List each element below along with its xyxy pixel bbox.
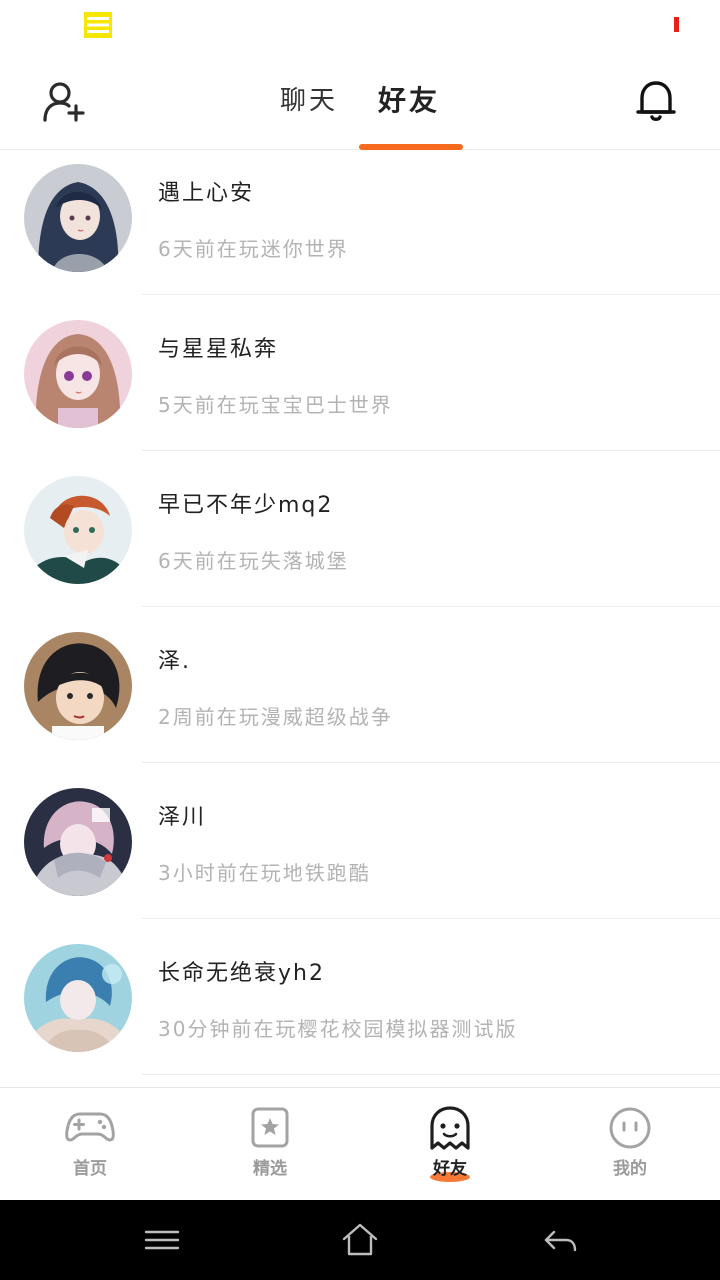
friend-list-item[interactable]: 遇上心安 6天前在玩迷你世界 [0, 151, 720, 307]
top-nav: 聊天 好友 [0, 52, 720, 150]
system-nav-bar [0, 1200, 720, 1280]
bottom-tab-label: 首页 [73, 1159, 107, 1179]
star-badge-icon [251, 1107, 289, 1148]
friend-status: 30分钟前在玩樱花校园模拟器测试版 [158, 1017, 518, 1041]
tab-chat[interactable]: 聊天 [280, 80, 338, 117]
divider [142, 294, 720, 295]
friend-name: 泽川 [158, 805, 207, 830]
bottom-tab-label: 好友 [433, 1159, 467, 1179]
bottom-tab-friends[interactable]: 好友 [360, 1088, 540, 1201]
face-icon [609, 1107, 651, 1149]
avatar [24, 476, 132, 584]
battery-icon [674, 17, 679, 32]
friend-list-item[interactable]: 泽. 2周前在玩漫威超级战争 [0, 619, 720, 775]
bottom-tab-featured[interactable]: 精选 [180, 1088, 360, 1201]
friend-list: 遇上心安 6天前在玩迷你世界 与星星私奔 5天前在玩宝宝巴士世界 早已不年少mq… [0, 151, 720, 1087]
add-friend-icon[interactable] [40, 80, 88, 124]
friend-list-item[interactable]: 与星星私奔 5天前在玩宝宝巴士世界 [0, 307, 720, 463]
bottom-tab-label: 我的 [613, 1159, 647, 1179]
bottom-tab-bar: 首页 精选 好友 我的 [0, 1087, 720, 1200]
menu-icon[interactable] [142, 1222, 182, 1258]
divider [142, 606, 720, 607]
friend-list-item[interactable]: 早已不年少mq2 6天前在玩失落城堡 [0, 463, 720, 619]
bottom-tab-profile[interactable]: 我的 [540, 1088, 720, 1201]
friend-list-item[interactable]: 泽川 3小时前在玩地铁跑酷 [0, 775, 720, 931]
friend-list-item[interactable]: 长命无绝衰yh2 30分钟前在玩樱花校园模拟器测试版 [0, 931, 720, 1087]
divider [142, 762, 720, 763]
avatar [24, 944, 132, 1052]
divider [142, 1074, 720, 1075]
bell-icon[interactable] [632, 76, 680, 124]
friend-name: 泽. [158, 649, 191, 674]
bottom-tab-label: 精选 [253, 1159, 287, 1179]
friend-status: 3小时前在玩地铁跑酷 [158, 861, 371, 885]
friend-name: 长命无绝衰yh2 [158, 961, 325, 986]
bottom-tab-home[interactable]: 首页 [0, 1088, 180, 1201]
friend-status: 6天前在玩失落城堡 [158, 549, 349, 573]
friend-name: 与星星私奔 [158, 337, 279, 362]
home-icon[interactable] [340, 1222, 380, 1258]
friend-status: 5天前在玩宝宝巴士世界 [158, 393, 393, 417]
friend-status: 2周前在玩漫威超级战争 [158, 705, 393, 729]
avatar [24, 320, 132, 428]
avatar [24, 632, 132, 740]
friend-status: 6天前在玩迷你世界 [158, 237, 349, 261]
divider [142, 450, 720, 451]
status-bar [0, 0, 720, 52]
tab-friends[interactable]: 好友 [378, 79, 440, 119]
back-icon[interactable] [540, 1222, 580, 1258]
ghost-icon [430, 1106, 470, 1150]
avatar [24, 788, 132, 896]
menu-icon [84, 12, 112, 38]
friend-name: 早已不年少mq2 [158, 493, 334, 518]
friend-name: 遇上心安 [158, 181, 255, 206]
active-tab-indicator [359, 144, 463, 150]
gamepad-icon [65, 1112, 115, 1142]
avatar [24, 164, 132, 272]
divider [142, 918, 720, 919]
